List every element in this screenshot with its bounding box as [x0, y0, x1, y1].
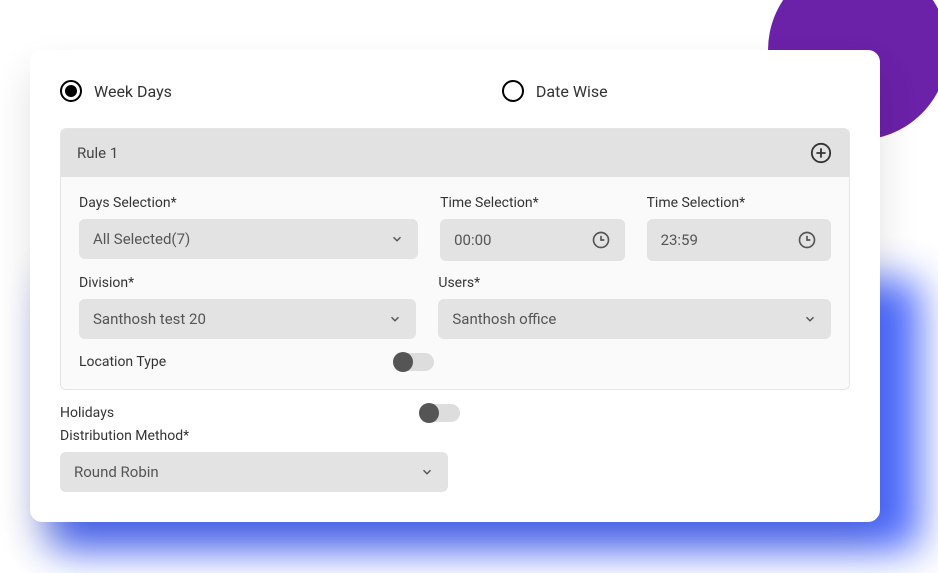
division-field: Division* Santhosh test 20: [79, 275, 416, 339]
days-selection-label: Days Selection*: [79, 195, 418, 211]
rule-body: Days Selection* All Selected(7) Time Sel…: [61, 177, 849, 389]
mode-radio-group: Week Days Date Wise: [60, 80, 850, 102]
time-end-label: Time Selection*: [647, 195, 831, 211]
division-select[interactable]: Santhosh test 20: [79, 299, 416, 339]
time-end-field: Time Selection* 23:59: [647, 195, 831, 261]
holidays-toggle[interactable]: [420, 404, 460, 422]
toggle-knob: [393, 352, 413, 372]
rule-box: Rule 1 Days Selection* All Selected(7): [60, 128, 850, 390]
clock-icon: [797, 230, 817, 250]
time-start-label: Time Selection*: [440, 195, 624, 211]
location-type-toggle[interactable]: [394, 353, 434, 371]
radio-datewise[interactable]: Date Wise: [502, 80, 608, 102]
distribution-method-label: Distribution Method*: [60, 428, 448, 444]
toggle-knob: [419, 403, 439, 423]
distribution-method-select[interactable]: Round Robin: [60, 452, 448, 492]
radio-weekdays-label: Week Days: [94, 82, 172, 101]
chevron-down-icon: [420, 465, 434, 479]
users-label: Users*: [438, 275, 831, 291]
distribution-method-field: Distribution Method* Round Robin: [60, 428, 448, 492]
time-end-value: 23:59: [661, 231, 698, 249]
location-type-label: Location Type: [79, 354, 166, 370]
radio-unselected-icon: [502, 80, 524, 102]
radio-selected-icon: [60, 80, 82, 102]
division-value: Santhosh test 20: [93, 310, 206, 328]
time-start-value: 00:00: [454, 231, 491, 249]
holidays-label: Holidays: [60, 405, 114, 421]
location-type-row: Location Type: [79, 353, 434, 371]
users-field: Users* Santhosh office: [438, 275, 831, 339]
rule-header: Rule 1: [61, 129, 849, 177]
holidays-row: Holidays: [60, 404, 460, 422]
time-end-input[interactable]: 23:59: [647, 219, 831, 261]
settings-card: Week Days Date Wise Rule 1 Days Selectio…: [30, 50, 880, 522]
days-selection-field: Days Selection* All Selected(7): [79, 195, 418, 261]
users-select[interactable]: Santhosh office: [438, 299, 831, 339]
chevron-down-icon: [803, 312, 817, 326]
clock-icon: [591, 230, 611, 250]
time-start-input[interactable]: 00:00: [440, 219, 624, 261]
days-selection-value: All Selected(7): [93, 230, 190, 248]
distribution-method-value: Round Robin: [74, 463, 159, 481]
division-label: Division*: [79, 275, 416, 291]
time-start-field: Time Selection* 00:00: [440, 195, 624, 261]
radio-datewise-label: Date Wise: [536, 82, 608, 101]
chevron-down-icon: [390, 232, 404, 246]
add-rule-button[interactable]: [809, 141, 833, 165]
plus-circle-icon: [810, 142, 832, 164]
chevron-down-icon: [388, 312, 402, 326]
days-selection-select[interactable]: All Selected(7): [79, 219, 418, 259]
rule-title: Rule 1: [77, 144, 118, 162]
radio-weekdays[interactable]: Week Days: [60, 80, 172, 102]
users-value: Santhosh office: [452, 310, 556, 328]
